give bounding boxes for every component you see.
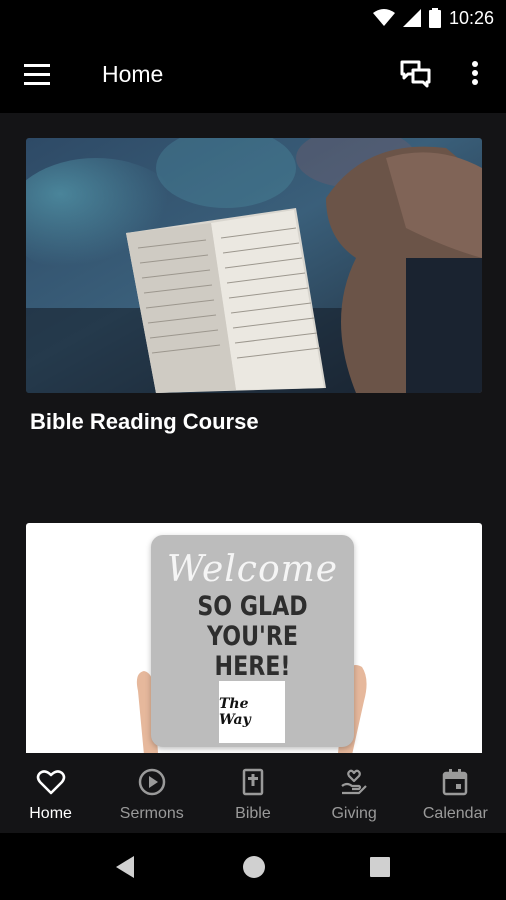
church-logo: The Way [219,681,285,743]
chat-icon [400,60,431,88]
battery-icon [428,8,441,28]
welcome-card-image[interactable]: Welcome SO GLAD YOU'RE HERE! The Way [26,523,482,753]
more-options-button[interactable] [465,58,485,90]
sign-line-3: HERE! [214,651,291,682]
nav-item-calendar[interactable]: Calendar [405,753,506,833]
play-circle-icon [138,768,166,796]
back-triangle-icon [116,856,134,878]
nav-item-home[interactable]: Home [0,753,101,833]
nav-label-home: Home [29,805,72,822]
page-title: Home [102,61,164,87]
bottom-navigation: Home Sermons Bible Giving Calendar [0,753,506,833]
nav-item-giving[interactable]: Giving [304,753,405,833]
chat-button[interactable] [399,58,433,90]
system-navigation-bar [0,833,506,900]
nav-item-bible[interactable]: Bible [202,753,303,833]
calendar-icon [443,769,468,796]
giving-hand-icon [341,769,367,795]
sign-line-1: SO GLAD [197,591,308,622]
nav-item-sermons[interactable]: Sermons [101,753,202,833]
wifi-icon [372,9,395,26]
welcome-sign: Welcome SO GLAD YOU'RE HERE! The Way [151,535,354,747]
home-circle-icon [243,856,265,878]
sign-line-2: YOU'RE [207,621,298,652]
nav-label-sermons: Sermons [119,805,184,822]
status-time: 10:26 [448,7,494,28]
system-back-button[interactable] [112,853,140,881]
church-logo-text: The Way [219,696,251,728]
more-vert-icon [472,61,478,85]
status-icons: 10:26 [372,7,494,29]
app-bar: Home [0,36,506,113]
home-feed[interactable]: Bible Reading Course Welcome SO GLAD YOU… [0,113,506,753]
nav-label-bible: Bible [235,805,271,822]
recents-square-icon [370,857,390,877]
bible-reading-image [26,138,482,393]
hamburger-menu-icon [24,64,50,85]
system-home-button[interactable] [240,853,268,881]
menu-button[interactable] [22,60,54,90]
card-title[interactable]: Bible Reading Course [30,409,259,435]
system-recents-button[interactable] [366,853,394,881]
nav-label-calendar: Calendar [422,805,488,822]
signal-icon [402,9,421,27]
bible-icon [242,768,264,796]
sign-welcome-text: Welcome [166,549,339,590]
heart-icon [36,770,65,795]
nav-label-giving: Giving [331,805,377,822]
bible-reading-course-card-image[interactable] [26,138,482,393]
status-bar: 10:26 [0,0,506,36]
